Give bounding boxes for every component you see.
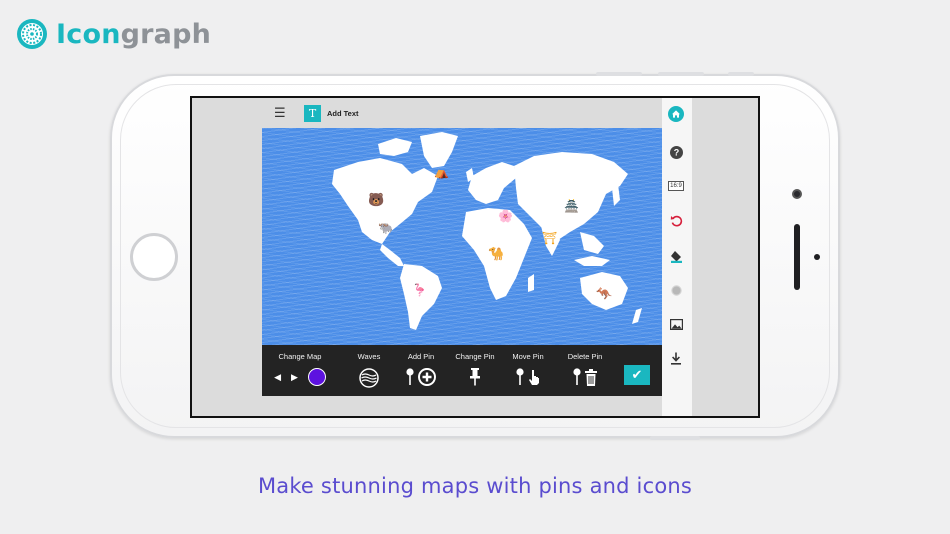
delete-pin-icons	[573, 368, 597, 386]
landmass-madagascar	[528, 274, 534, 292]
map-color-swatch[interactable]	[307, 368, 326, 386]
volume-button	[658, 72, 704, 76]
brand-name-part1: Icon	[56, 18, 121, 50]
aspect-ratio-icon[interactable]: 16:9	[667, 178, 685, 194]
right-sidebar: ? 16:9	[662, 98, 692, 416]
add-pin-icons	[406, 368, 436, 386]
undo-icon[interactable]	[668, 212, 684, 228]
trash-icon	[585, 368, 597, 386]
pin-icon	[406, 368, 414, 385]
proximity-sensor	[814, 254, 820, 260]
change-map-label: Change Map	[278, 352, 322, 361]
landmass-arctic-islands	[378, 138, 412, 156]
matryoshka-icon: 🌸	[498, 209, 513, 223]
home-icon[interactable]	[668, 106, 684, 122]
aspect-ratio-label: 16:9	[667, 181, 685, 191]
polar-bear-icon: 🐻	[368, 191, 384, 207]
kangaroo-icon: 🦘	[596, 286, 613, 301]
landmass-europe	[468, 162, 516, 204]
text-t-icon[interactable]: T	[304, 104, 321, 122]
map-canvas[interactable]: 🐻 🐃 ⛺ 🦩 🌸 🐪 ⛩ 🏯 🦘	[262, 128, 662, 345]
brand-name: Icongraph	[56, 19, 211, 50]
world-map: 🐻 🐃 ⛺ 🦩 🌸 🐪 ⛩ 🏯 🦘	[332, 132, 642, 330]
add-pin-tool[interactable]: Add Pin	[400, 345, 442, 396]
power-button	[728, 72, 754, 76]
brand: Icongraph	[16, 16, 211, 52]
add-text-label[interactable]: Add Text	[327, 109, 359, 118]
change-map-controls: ◀ ▶	[274, 368, 326, 386]
next-arrow-icon[interactable]: ▶	[291, 372, 298, 383]
brand-name-part2: graph	[120, 18, 212, 50]
gear-sunburst-icon	[17, 19, 47, 49]
delete-pin-label: Delete Pin	[567, 352, 603, 361]
previous-arrow-icon[interactable]: ◀	[274, 372, 281, 383]
igloo-icon: ⛺	[434, 165, 449, 179]
camel-icon: 🐪	[488, 246, 504, 261]
power-button-bottom	[650, 436, 700, 440]
paint-bucket-icon[interactable]	[668, 248, 684, 264]
bison-icon: 🐃	[378, 221, 393, 235]
pin-icon	[516, 368, 524, 385]
waves-icon	[359, 368, 379, 388]
top-bar: ☰ T Add Text	[262, 98, 662, 128]
download-icon[interactable]	[668, 350, 684, 366]
landmass-southeast-asia	[580, 232, 604, 254]
landmass-south-america	[400, 264, 442, 330]
add-pin-label: Add Pin	[407, 352, 435, 361]
help-icon[interactable]: ?	[668, 144, 684, 160]
change-map-tool: Change Map ◀ ▶	[270, 345, 330, 396]
circle-icon[interactable]	[668, 282, 684, 298]
app-screen: ☰ T Add Text 🐻 🐃 ⛺ 🦩 🌸 🐪 ⛩ 🏯 🦘 Change Ma…	[190, 96, 760, 418]
great-wall-icon: 🏯	[564, 198, 579, 213]
image-icon[interactable]	[668, 316, 684, 332]
confirm-button[interactable]: ✔	[624, 365, 650, 385]
change-pin-tool[interactable]: Change Pin	[452, 345, 498, 396]
pin-icon	[573, 368, 581, 385]
landmass-new-zealand	[632, 308, 642, 324]
tagline: Make stunning maps with pins and icons	[257, 474, 693, 498]
volume-button	[596, 72, 642, 76]
hamburger-icon[interactable]: ☰	[274, 105, 288, 121]
svg-text:?: ?	[673, 147, 679, 157]
landmass-asia	[514, 152, 628, 240]
flamingo-icon: 🦩	[412, 283, 427, 297]
landmass-indonesia	[574, 256, 610, 266]
change-pin-label: Change Pin	[455, 352, 495, 361]
waves-label: Waves	[357, 352, 381, 361]
move-pin-label: Move Pin	[512, 352, 544, 361]
front-camera	[792, 189, 802, 199]
landmass-central-america	[380, 244, 404, 266]
waves-tool[interactable]: Waves	[350, 345, 388, 396]
bottom-toolbar: Change Map ◀ ▶ Waves Add Pin Change Pin	[262, 345, 662, 396]
home-button[interactable]	[130, 233, 178, 281]
move-pin-tool[interactable]: Move Pin	[508, 345, 548, 396]
move-pin-icons	[516, 368, 540, 386]
check-icon: ✔	[631, 367, 643, 382]
plus-circle-icon	[418, 368, 436, 386]
landmass-greenland	[420, 132, 458, 168]
earpiece-speaker	[794, 224, 800, 290]
landmass-japan	[612, 184, 620, 206]
delete-pin-tool[interactable]: Delete Pin	[562, 345, 608, 396]
hand-pointer-icon	[529, 370, 539, 385]
pagoda-icon: ⛩	[542, 231, 557, 245]
pushpin-icon	[470, 368, 480, 386]
